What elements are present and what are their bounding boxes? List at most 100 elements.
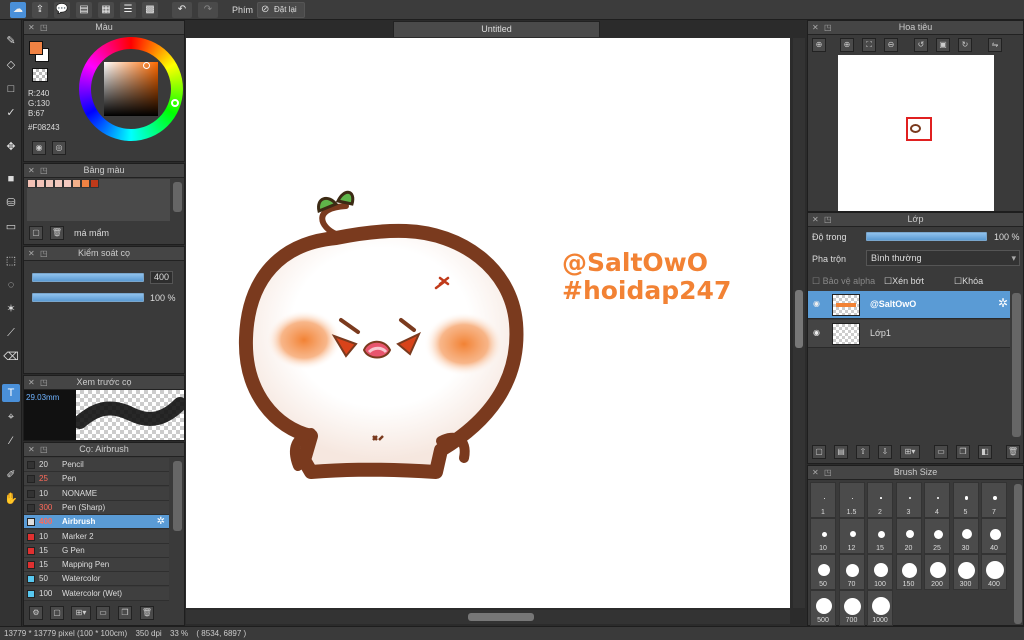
brush-trash-icon[interactable]: 🗑 [140, 606, 154, 620]
brush-size-preset[interactable]: 700 [838, 590, 865, 626]
new-swatch-icon[interactable]: ▢ [29, 226, 43, 240]
gradient-tool-icon[interactable]: ▭ [2, 218, 20, 236]
layer-row[interactable]: ◉ @SaltOwO ✲ [808, 291, 1010, 319]
brush-size-preset[interactable]: 1.5 [838, 482, 865, 518]
undo-icon[interactable]: ↶ [172, 2, 192, 18]
page-icon[interactable]: ▦ [98, 2, 114, 18]
transparent-color-swatch[interactable] [32, 68, 48, 82]
brush-list-scrollbar[interactable] [173, 461, 182, 531]
brush-size-preset[interactable]: 200 [924, 554, 950, 590]
redo-icon[interactable]: ↷ [198, 2, 218, 18]
detach-icon[interactable]: ◳ [824, 213, 832, 226]
trash-icon[interactable]: 🗑 [50, 226, 64, 240]
brush-list-item[interactable]: 15 G Pen [24, 543, 169, 558]
layer-add-menu-icon[interactable]: ⊞▾ [900, 445, 920, 459]
move-tool-icon[interactable]: ✥ [2, 138, 20, 156]
brush-size-preset[interactable]: 15 [867, 518, 893, 554]
comment-icon[interactable]: ▤ [76, 2, 92, 18]
folder-icon[interactable]: ▭ [96, 606, 110, 620]
new-brush-icon[interactable]: ▢ [50, 606, 64, 620]
brush-list-item[interactable]: 15 Mapping Pen [24, 558, 169, 573]
brush-size-value[interactable]: 400 [150, 271, 174, 284]
detach-icon[interactable]: ◳ [40, 21, 48, 34]
color-swatch[interactable] [54, 179, 63, 188]
new-raster-layer-icon[interactable]: ▤ [834, 445, 848, 459]
color-swatch[interactable] [63, 179, 72, 188]
horizontal-scrollbar-thumb[interactable] [468, 613, 534, 621]
color-swatch[interactable] [90, 179, 99, 188]
color-swatch[interactable] [27, 179, 36, 188]
brush-size-preset[interactable]: 1 [810, 482, 836, 518]
flip-icon[interactable]: ⇋ [988, 38, 1002, 52]
zoom-in-2-icon[interactable]: ⊕ [840, 38, 854, 52]
rectangle-tool-icon[interactable]: □ [2, 80, 20, 98]
detach-icon[interactable]: ◳ [40, 376, 48, 389]
close-icon[interactable]: ✕ [28, 247, 35, 260]
hue-ring[interactable] [79, 37, 183, 141]
layer-row[interactable]: ◉ Lớp1 [808, 320, 1010, 348]
brush-settings-icon[interactable]: ⚙ [29, 606, 43, 620]
color-picker-handle[interactable] [143, 62, 150, 69]
brush-add-menu-icon[interactable]: ⊞▾ [71, 606, 91, 620]
close-icon[interactable]: ✕ [28, 164, 35, 177]
color-swatch[interactable] [45, 179, 54, 188]
fit-icon[interactable]: ⛶ [862, 38, 876, 52]
brush-size-slider[interactable] [32, 273, 144, 282]
brush-list-item[interactable]: 50 Watercolor [24, 572, 169, 587]
select-tool-icon[interactable]: ⬚ [2, 252, 20, 270]
brush-size-preset[interactable]: 70 [838, 554, 865, 590]
select-pen-icon[interactable]: ⟋ [2, 324, 20, 342]
eye-icon[interactable]: ◉ [813, 299, 820, 308]
brush-list-item[interactable]: 100 Watercolor (Wet) [24, 586, 169, 601]
bucket-tool-icon[interactable]: ⛁ [2, 194, 20, 212]
brush-size-preset[interactable]: 20 [895, 518, 922, 554]
gear-icon[interactable]: ✲ [998, 296, 1008, 310]
brush-size-preset[interactable]: 100 [867, 554, 893, 590]
reset-view-icon[interactable]: ▣ [936, 38, 950, 52]
color-swatch[interactable] [81, 179, 90, 188]
eyedropper-tool-icon[interactable]: ⁄ [2, 432, 20, 450]
close-icon[interactable]: ✕ [28, 21, 35, 34]
zoom-in-icon[interactable]: ⊕ [812, 38, 826, 52]
brush-size-preset[interactable]: 25 [924, 518, 950, 554]
close-icon[interactable]: ✕ [28, 443, 35, 456]
duplicate-layer-icon[interactable]: ❐ [956, 445, 970, 459]
main-color-swatch[interactable] [29, 41, 43, 55]
brush-list-item[interactable]: 10 Marker 2 [24, 529, 169, 544]
eye-icon[interactable]: ◉ [813, 328, 820, 337]
brush-size-preset[interactable]: 30 [952, 518, 979, 554]
list-icon[interactable]: ☰ [120, 2, 136, 18]
brush-opacity-slider[interactable] [32, 293, 144, 302]
brush-size-scrollbar[interactable] [1014, 484, 1022, 624]
color-swatch[interactable] [72, 179, 81, 188]
brush-list-item[interactable]: 20 Pencil [24, 458, 169, 472]
brush-size-preset[interactable]: 5 [952, 482, 979, 518]
brush-size-preset[interactable]: 10 [810, 518, 836, 554]
layer-folder-icon[interactable]: ▭ [934, 445, 948, 459]
hand-tool-icon[interactable]: ✋ [2, 490, 20, 508]
merge-layer-icon[interactable]: ⇩ [878, 445, 892, 459]
detach-icon[interactable]: ◳ [824, 21, 832, 34]
brush-list-item[interactable]: 400 Airbrush ✲ [24, 515, 169, 530]
document-tab[interactable]: Untitled [393, 21, 600, 37]
reset-button[interactable]: ⊘ Đặt lại [257, 2, 305, 18]
zoom-out-icon[interactable]: ⊖ [884, 38, 898, 52]
detach-icon[interactable]: ◳ [824, 466, 832, 479]
brush-size-preset[interactable]: 3 [895, 482, 922, 518]
eraser-tool-icon[interactable]: ◇ [2, 56, 20, 74]
duplicate-icon[interactable]: ❐ [118, 606, 132, 620]
brush-size-preset[interactable]: 500 [810, 590, 836, 626]
new-layer-icon[interactable]: ▢ [812, 445, 826, 459]
saturation-square[interactable] [104, 62, 158, 116]
fill-rect-tool-icon[interactable]: ■ [2, 170, 20, 188]
lock-checkbox[interactable]: ☐Khóa [954, 276, 983, 287]
delete-layer-icon[interactable]: 🗑 [1006, 445, 1020, 459]
hue-handle[interactable] [171, 99, 179, 107]
close-icon[interactable]: ✕ [812, 213, 819, 226]
swatch-scrollbar[interactable] [173, 182, 182, 212]
brush-size-preset[interactable]: 7 [981, 482, 1007, 518]
brush-list-item[interactable]: 10 NONAME [24, 486, 169, 501]
brush-size-preset[interactable]: 4 [924, 482, 950, 518]
brush-size-preset[interactable]: 1000 [867, 590, 893, 626]
detach-icon[interactable]: ◳ [40, 164, 48, 177]
